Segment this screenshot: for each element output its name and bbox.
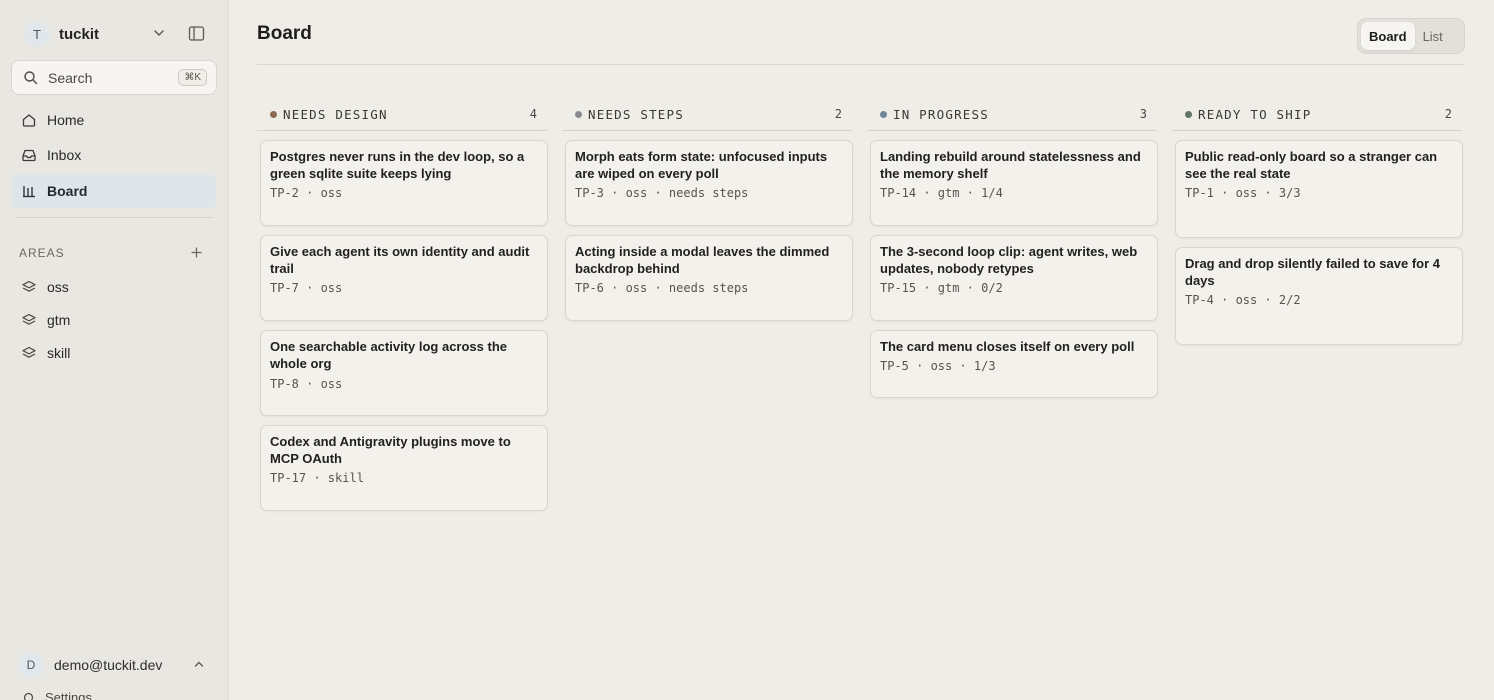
card[interactable]: The 3-second loop clip: agent writes, we… <box>870 235 1158 321</box>
area-item-oss[interactable]: oss <box>11 270 216 304</box>
card-meta: TP-15 · gtm · 0/2 <box>880 281 1003 295</box>
card-title: Landing rebuild around statelessness and… <box>880 149 1141 181</box>
card-meta: TP-5 · oss · 1/3 <box>880 359 996 373</box>
column-count: 2 <box>834 107 842 121</box>
layers-icon <box>22 313 36 325</box>
column-needs-design: NEEDS DESIGN 4 Postgres never runs in th… <box>257 100 548 511</box>
status-dot <box>880 111 887 118</box>
nav-label: Inbox <box>47 147 82 163</box>
card[interactable]: Postgres never runs in the dev loop, so … <box>260 140 548 226</box>
layers-icon <box>22 346 36 358</box>
card-title: One searchable activity log across the w… <box>270 339 507 371</box>
nav-item-inbox[interactable]: Inbox <box>11 138 216 172</box>
view-list-button[interactable]: List <box>1415 22 1451 50</box>
board-icon <box>23 186 35 198</box>
card[interactable]: Acting inside a modal leaves the dimmed … <box>565 235 853 321</box>
chevron-down-icon[interactable] <box>152 26 166 40</box>
column-header: NEEDS STEPS 2 <box>562 100 852 131</box>
view-toggle: Board List <box>1357 18 1465 54</box>
areas-heading: AREAS <box>19 246 65 260</box>
card-meta: TP-6 · oss · needs steps <box>575 281 749 295</box>
card[interactable]: Landing rebuild around statelessness and… <box>870 140 1158 226</box>
card-meta: TP-7 · oss <box>270 281 343 295</box>
nav-item-board[interactable]: Board <box>11 174 216 208</box>
column-needs-steps: NEEDS STEPS 2 Morph eats form state: unf… <box>562 100 853 321</box>
workspace-switcher[interactable]: T tuckit <box>12 17 216 51</box>
column-title: IN PROGRESS <box>893 107 989 122</box>
main-content: Board Board List NEEDS DESIGN 4 Postgres… <box>229 0 1494 700</box>
status-dot <box>575 111 582 118</box>
card[interactable]: Codex and Antigravity plugins move to MC… <box>260 425 548 511</box>
search-button[interactable]: Search ⌘K <box>11 60 217 95</box>
card[interactable]: The card menu closes itself on every pol… <box>870 330 1158 398</box>
header-divider <box>257 64 1465 65</box>
plus-icon[interactable] <box>190 246 203 259</box>
user-menu[interactable]: D demo@tuckit.dev <box>18 650 214 680</box>
card[interactable]: Drag and drop silently failed to save fo… <box>1175 247 1463 345</box>
column-title: NEEDS STEPS <box>588 107 684 122</box>
area-label: oss <box>47 279 69 295</box>
status-dot <box>270 111 277 118</box>
home-icon <box>22 114 36 127</box>
sidebar-toggle-icon[interactable] <box>188 25 205 42</box>
card-title: Postgres never runs in the dev loop, so … <box>270 149 525 181</box>
workspace-avatar: T <box>24 21 50 47</box>
card-title: Morph eats form state: unfocused inputs … <box>575 149 828 181</box>
card[interactable]: Morph eats form state: unfocused inputs … <box>565 140 853 226</box>
settings-label: Settings <box>45 690 92 700</box>
card-meta: TP-2 · oss <box>270 186 343 200</box>
workspace-name: tuckit <box>59 25 100 43</box>
card-meta: TP-3 · oss · needs steps <box>575 186 749 200</box>
sidebar: T tuckit Search ⌘K Home Inbox Board AREA… <box>0 0 229 700</box>
page-title: Board <box>257 23 312 44</box>
settings-link[interactable]: Settings <box>22 690 92 700</box>
card-title: Codex and Antigravity plugins move to MC… <box>270 434 511 466</box>
user-email: demo@tuckit.dev <box>54 657 163 673</box>
user-avatar: D <box>18 652 44 678</box>
card[interactable]: Give each agent its own identity and aud… <box>260 235 548 321</box>
card-title: The card menu closes itself on every pol… <box>880 339 1135 354</box>
sidebar-divider <box>16 217 214 218</box>
column-count: 4 <box>529 107 537 121</box>
status-dot <box>1185 111 1192 118</box>
chevron-up-icon[interactable] <box>193 658 205 670</box>
column-title: READY TO SHIP <box>1198 107 1312 122</box>
nav-item-home[interactable]: Home <box>11 103 216 137</box>
inbox-icon <box>22 149 36 162</box>
search-label: Search <box>48 69 93 86</box>
area-label: gtm <box>47 312 71 328</box>
nav-label: Home <box>47 112 85 128</box>
area-item-gtm[interactable]: gtm <box>11 303 216 337</box>
app-window: T tuckit Search ⌘K Home Inbox Board AREA… <box>0 0 1494 700</box>
card-meta: TP-8 · oss <box>270 377 343 391</box>
card-title: Acting inside a modal leaves the dimmed … <box>575 244 830 276</box>
layers-icon <box>22 280 36 292</box>
card-title: Give each agent its own identity and aud… <box>270 244 530 276</box>
column-in-progress: IN PROGRESS 3 Landing rebuild around sta… <box>867 100 1158 398</box>
nav-label: Board <box>47 183 88 199</box>
column-header: IN PROGRESS 3 <box>867 100 1157 131</box>
card-meta: TP-17 · skill <box>270 471 364 485</box>
search-shortcut-badge: ⌘K <box>178 69 207 86</box>
search-icon <box>24 71 38 85</box>
card-title: Public read-only board so a stranger can… <box>1185 149 1438 181</box>
column-header: READY TO SHIP 2 <box>1172 100 1462 131</box>
card-meta: TP-14 · gtm · 1/4 <box>880 186 1003 200</box>
column-header: NEEDS DESIGN 4 <box>257 100 547 131</box>
area-item-skill[interactable]: skill <box>11 336 216 370</box>
area-label: skill <box>47 345 71 361</box>
card-meta: TP-1 · oss · 3/3 <box>1185 186 1301 200</box>
column-count: 2 <box>1444 107 1452 121</box>
settings-icon <box>23 692 34 700</box>
view-board-button[interactable]: Board <box>1361 22 1415 50</box>
card-title: The 3-second loop clip: agent writes, we… <box>880 244 1138 276</box>
card-meta: TP-4 · oss · 2/2 <box>1185 293 1301 307</box>
column-count: 3 <box>1139 107 1147 121</box>
card[interactable]: One searchable activity log across the w… <box>260 330 548 416</box>
column-title: NEEDS DESIGN <box>283 107 388 122</box>
column-ready-to-ship: READY TO SHIP 2 Public read-only board s… <box>1172 100 1463 345</box>
card-title: Drag and drop silently failed to save fo… <box>1185 256 1441 288</box>
card[interactable]: Public read-only board so a stranger can… <box>1175 140 1463 238</box>
